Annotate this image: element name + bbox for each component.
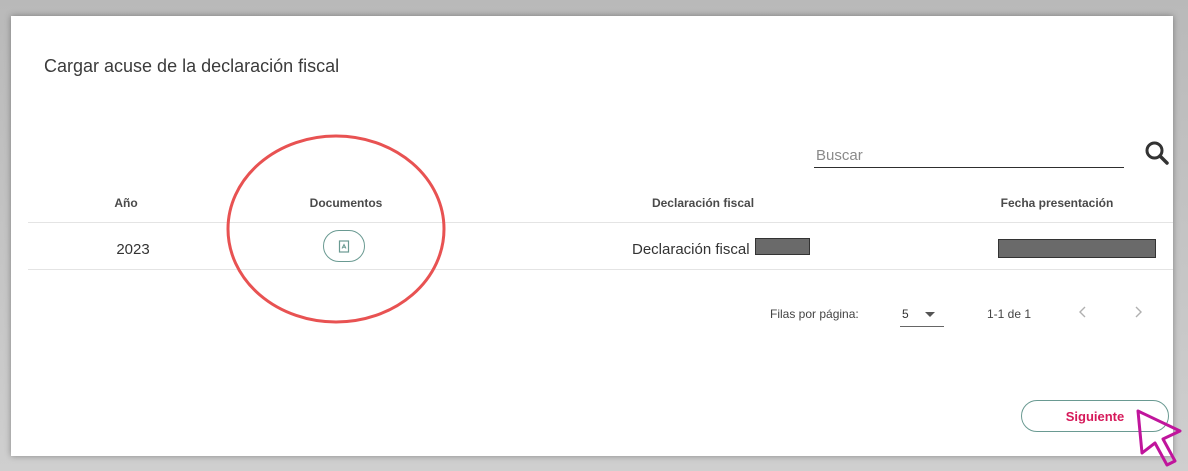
pagination-range: 1-1 de 1 [987,307,1032,321]
cell-year: 2023 [116,241,150,258]
row-divider [28,269,1173,270]
page-title: Cargar acuse de la declaración fiscal [44,56,340,76]
column-header-documents: Documentos [309,196,383,210]
rows-per-page-select[interactable]: 5 [900,302,944,327]
header-divider [28,222,1173,223]
chevron-down-icon [925,312,935,317]
chevron-left-icon [1079,306,1086,318]
rows-per-page-value: 5 [902,307,909,321]
cell-declaration: Declaración fiscal [632,241,750,258]
rows-per-page-label: Filas por página: [770,307,859,321]
next-page-button[interactable] [1126,300,1150,324]
upload-card: Cargar acuse de la declaración fiscal Añ… [11,16,1173,456]
pdf-document-icon [338,239,350,253]
redacted-date [998,239,1156,258]
column-header-date: Fecha presentación [1000,196,1114,210]
redacted-declaration-suffix [755,238,810,255]
chevron-right-icon [1135,306,1142,318]
search-icon[interactable] [1144,140,1170,166]
column-header-year: Año [114,196,138,210]
search-input[interactable] [814,138,1124,168]
siguiente-button[interactable]: Siguiente [1021,400,1169,432]
column-header-declaration: Declaración fiscal [651,196,755,210]
view-document-button[interactable] [323,230,365,262]
previous-page-button[interactable] [1071,300,1095,324]
search-bar [814,138,1169,170]
